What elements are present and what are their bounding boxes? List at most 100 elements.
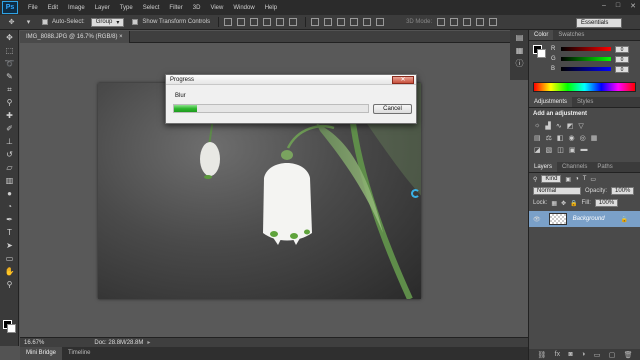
selective-color-icon[interactable]: ▣: [569, 146, 576, 154]
move-tool-icon[interactable]: ✥: [3, 33, 16, 43]
workspace-dropdown[interactable]: Essentials: [576, 18, 622, 28]
distribute-right-icon[interactable]: [376, 18, 385, 26]
distribute-bottom-icon[interactable]: [337, 18, 346, 26]
info-panel-icon[interactable]: ⓘ: [513, 59, 526, 69]
menu-view[interactable]: View: [210, 5, 223, 11]
menu-layer[interactable]: Layer: [95, 5, 110, 11]
red-slider[interactable]: [561, 47, 611, 51]
minimize-icon[interactable]: –: [602, 2, 606, 10]
distribute-top-icon[interactable]: [311, 18, 320, 26]
move-tool-icon[interactable]: ✥: [6, 18, 17, 27]
healing-brush-tool-icon[interactable]: ✚: [3, 111, 16, 121]
cancel-button[interactable]: Cancel: [373, 104, 412, 114]
crop-tool-icon[interactable]: ⌗: [3, 85, 16, 95]
filter-shape-icon[interactable]: ▭: [590, 176, 596, 183]
visibility-eye-icon[interactable]: 👁: [533, 216, 541, 223]
channel-mixer-icon[interactable]: ◎: [580, 134, 586, 142]
distribute-left-icon[interactable]: [350, 18, 359, 26]
filter-type-icon[interactable]: T: [583, 176, 587, 182]
pen-tool-icon[interactable]: ✒: [3, 215, 16, 225]
invert-icon[interactable]: ◪: [534, 146, 541, 154]
type-tool-icon[interactable]: T: [3, 228, 16, 238]
menu-type[interactable]: Type: [120, 5, 133, 11]
curves-icon[interactable]: ∿: [556, 122, 562, 130]
align-bottom-icon[interactable]: [250, 18, 259, 26]
green-value[interactable]: 0: [615, 55, 629, 63]
color-balance-icon[interactable]: ⚖: [546, 134, 552, 142]
new-layer-icon[interactable]: ▢: [609, 351, 616, 359]
menu-file[interactable]: File: [28, 5, 38, 11]
history-panel-icon[interactable]: ▤: [513, 33, 526, 43]
gradient-map-icon[interactable]: ▬: [581, 146, 588, 154]
fill-input[interactable]: 100%: [594, 199, 619, 207]
transform-controls-checkbox[interactable]: [132, 19, 139, 25]
tab-layers[interactable]: Layers: [529, 162, 558, 172]
layer-row-background[interactable]: 👁 Background 🔒: [529, 211, 640, 227]
menu-3d[interactable]: 3D: [193, 5, 201, 11]
tab-adjustments[interactable]: Adjustments: [529, 97, 573, 107]
document-tab[interactable]: IMG_8088.JPG @ 16.7% (RGB/8) ×: [20, 31, 130, 43]
layer-style-icon[interactable]: fx: [555, 351, 560, 358]
align-left-icon[interactable]: [263, 18, 272, 26]
dropdown-arrow-icon[interactable]: ▾: [23, 18, 34, 27]
add-mask-icon[interactable]: ◙: [568, 351, 572, 358]
tab-color[interactable]: Color: [529, 30, 554, 40]
quick-select-tool-icon[interactable]: ✎: [3, 72, 16, 82]
menu-edit[interactable]: Edit: [48, 5, 58, 11]
close-tab-icon[interactable]: ×: [119, 34, 123, 40]
align-right-icon[interactable]: [289, 18, 298, 26]
delete-layer-icon[interactable]: 🗑: [624, 351, 633, 359]
shape-tool-icon[interactable]: ▭: [3, 254, 16, 264]
align-top-icon[interactable]: [224, 18, 233, 26]
green-slider[interactable]: [561, 57, 611, 61]
new-group-icon[interactable]: ▭: [594, 351, 601, 359]
hand-tool-icon[interactable]: ✋: [3, 267, 16, 277]
align-middle-icon[interactable]: [237, 18, 246, 26]
black-white-icon[interactable]: ◧: [557, 134, 564, 142]
3d-rotate-icon[interactable]: [437, 18, 446, 26]
path-selection-tool-icon[interactable]: ➤: [3, 241, 16, 251]
align-center-icon[interactable]: [276, 18, 285, 26]
distribute-middle-icon[interactable]: [324, 18, 333, 26]
3d-pan-icon[interactable]: [463, 18, 472, 26]
lock-pixels-icon[interactable]: ▦: [551, 200, 557, 207]
blend-mode-dropdown[interactable]: Normal: [533, 187, 581, 195]
brush-tool-icon[interactable]: ✐: [3, 124, 16, 134]
lock-all-icon[interactable]: 🔒: [570, 200, 577, 207]
3d-roll-icon[interactable]: [450, 18, 459, 26]
zoom-tool-icon[interactable]: ⚲: [3, 280, 16, 290]
eyedropper-tool-icon[interactable]: ⚲: [3, 98, 16, 108]
gradient-tool-icon[interactable]: ▥: [3, 176, 16, 186]
3d-scale-icon[interactable]: [489, 18, 498, 26]
tab-swatches[interactable]: Swatches: [553, 30, 589, 40]
filter-pixel-icon[interactable]: ▣: [565, 176, 571, 183]
distribute-center-icon[interactable]: [363, 18, 372, 26]
marquee-tool-icon[interactable]: ⬚: [3, 46, 16, 56]
background-color-swatch[interactable]: [7, 324, 16, 333]
auto-select-dropdown[interactable]: Group ▾: [90, 17, 125, 27]
blue-slider[interactable]: [561, 67, 611, 71]
brightness-contrast-icon[interactable]: ☼: [534, 122, 540, 130]
exposure-icon[interactable]: ◩: [567, 122, 574, 130]
menu-filter[interactable]: Filter: [169, 5, 182, 11]
tab-mini-bridge[interactable]: Mini Bridge: [20, 347, 63, 360]
dodge-tool-icon[interactable]: ◔: [3, 202, 16, 212]
lasso-tool-icon[interactable]: ➰: [3, 59, 16, 69]
color-lookup-icon[interactable]: ▦: [591, 134, 598, 142]
lock-position-icon[interactable]: ✥: [561, 200, 566, 207]
blur-tool-icon[interactable]: ●: [3, 189, 16, 199]
levels-icon[interactable]: ▟: [545, 122, 550, 130]
new-adjustment-icon[interactable]: ◑: [581, 351, 585, 358]
threshold-icon[interactable]: ◫: [557, 146, 564, 154]
tab-styles[interactable]: Styles: [572, 97, 598, 107]
opacity-input[interactable]: 100%: [611, 187, 635, 195]
menu-image[interactable]: Image: [68, 5, 85, 11]
menu-window[interactable]: Window: [233, 5, 254, 11]
auto-select-checkbox[interactable]: [42, 19, 48, 25]
clone-stamp-tool-icon[interactable]: ⊥: [3, 137, 16, 147]
close-icon[interactable]: ✕: [630, 2, 636, 10]
properties-panel-icon[interactable]: ▦: [513, 46, 526, 56]
red-value[interactable]: 0: [615, 45, 629, 53]
link-layers-icon[interactable]: ⛓: [537, 351, 546, 359]
3d-slide-icon[interactable]: [476, 18, 485, 26]
